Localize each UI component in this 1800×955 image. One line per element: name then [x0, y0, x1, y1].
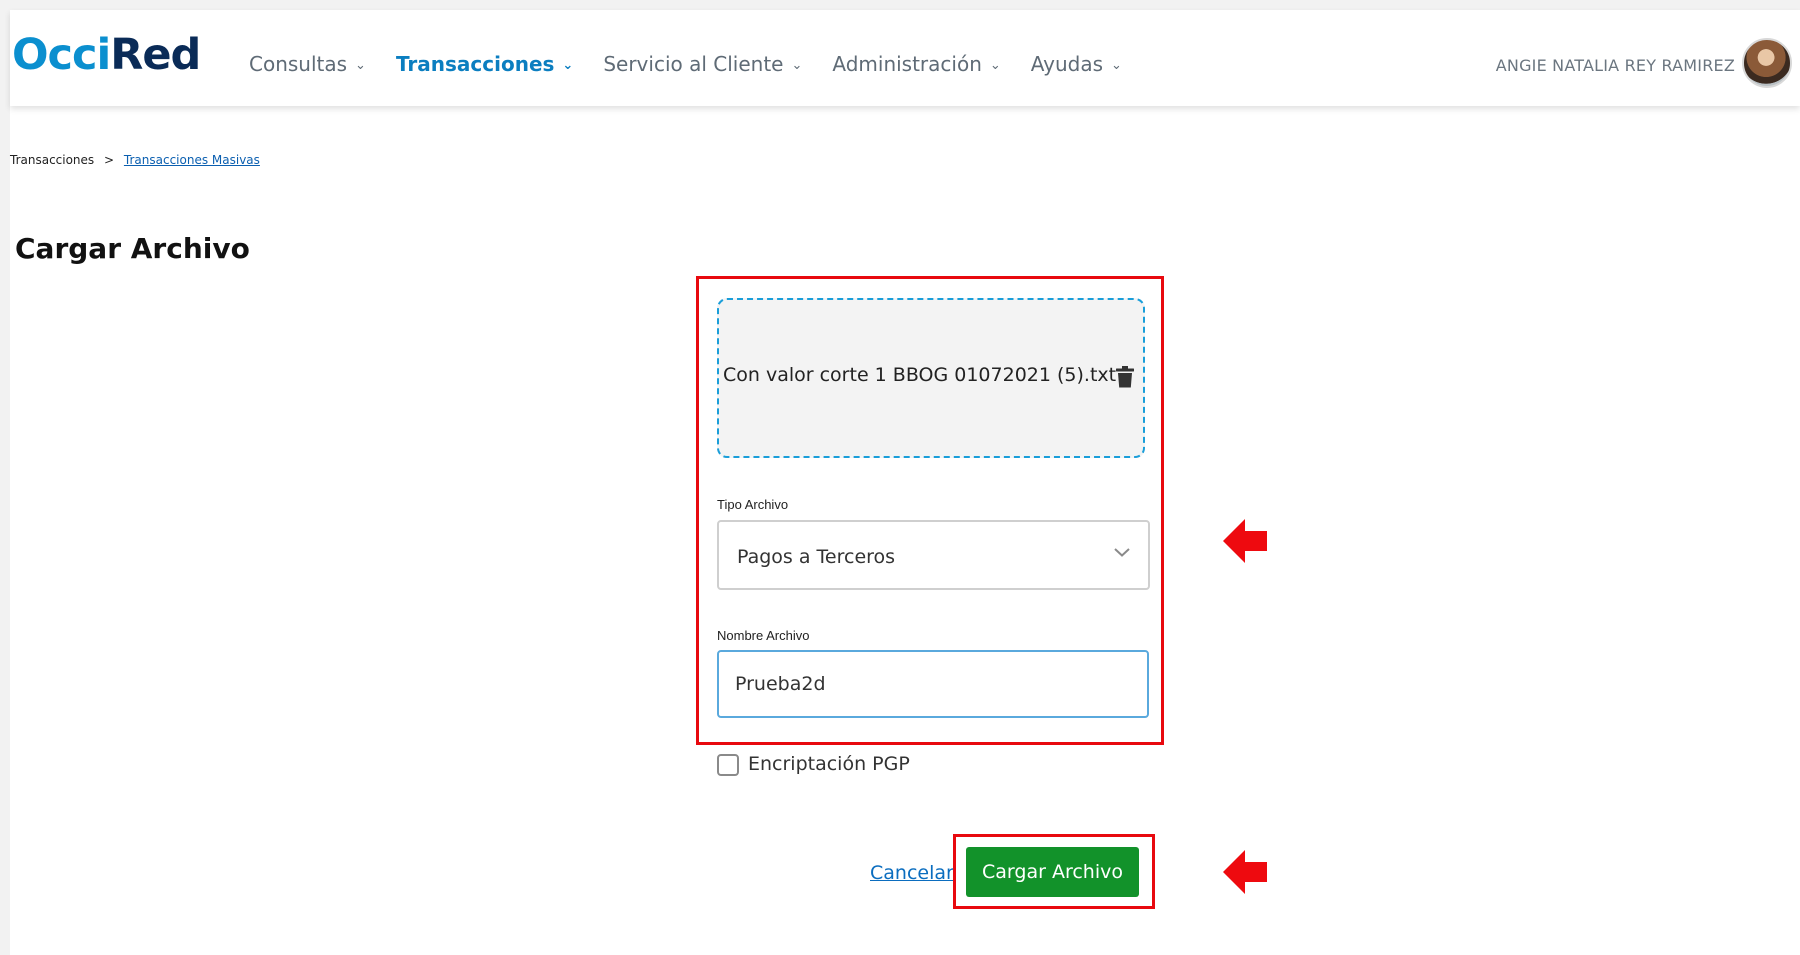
- breadcrumb-separator: >: [104, 153, 115, 167]
- nav-servicio-al-cliente[interactable]: Servicio al Cliente ⌄: [603, 52, 802, 76]
- nav-ayudas-label: Ayudas: [1030, 52, 1104, 76]
- user-name[interactable]: ANGIE NATALIA REY RAMIREZ: [1496, 56, 1735, 75]
- arrow-left-icon: [1223, 850, 1267, 894]
- nav-consultas[interactable]: Consultas ⌄: [249, 52, 366, 76]
- pgp-checkbox[interactable]: [717, 754, 739, 776]
- breadcrumb-root: Transacciones: [10, 153, 95, 167]
- cancel-link[interactable]: Cancelar: [870, 862, 954, 884]
- occired-logo[interactable]: OcciRed: [12, 30, 201, 80]
- top-header: OcciRed Consultas ⌄ Transacciones ⌄ Serv…: [10, 10, 1800, 106]
- chevron-down-icon: ⌄: [355, 57, 366, 73]
- logo-red: Red: [110, 30, 201, 80]
- main-nav: Consultas ⌄ Transacciones ⌄ Servicio al …: [249, 52, 1152, 76]
- chevron-down-icon: ⌄: [989, 57, 1001, 73]
- chevron-down-icon: ⌄: [1111, 57, 1122, 73]
- breadcrumb: Transacciones > Transacciones Masivas: [10, 153, 260, 167]
- nav-administracion[interactable]: Administración ⌄: [832, 52, 1000, 76]
- nav-transacciones-label: Transacciones: [395, 52, 555, 76]
- avatar[interactable]: [1742, 38, 1792, 88]
- chevron-down-icon: ⌄: [791, 57, 803, 73]
- nav-transacciones[interactable]: Transacciones ⌄: [396, 52, 573, 76]
- nav-servicio-label: Servicio al Cliente: [603, 52, 784, 76]
- nav-ayudas[interactable]: Ayudas ⌄: [1031, 52, 1122, 76]
- nav-consultas-label: Consultas: [249, 52, 348, 76]
- app-frame: OcciRed Consultas ⌄ Transacciones ⌄ Serv…: [10, 10, 1800, 955]
- logo-occi: Occi: [12, 30, 111, 80]
- chevron-down-icon: ⌄: [562, 57, 574, 73]
- nav-administracion-label: Administración: [832, 52, 982, 76]
- highlight-box-button: [953, 834, 1155, 909]
- page-title: Cargar Archivo: [15, 232, 250, 265]
- highlight-box-form: [696, 276, 1164, 745]
- arrow-left-icon: [1223, 519, 1267, 563]
- pgp-checkbox-label[interactable]: Encriptación PGP: [748, 753, 910, 775]
- breadcrumb-link-transacciones-masivas[interactable]: Transacciones Masivas: [124, 153, 260, 167]
